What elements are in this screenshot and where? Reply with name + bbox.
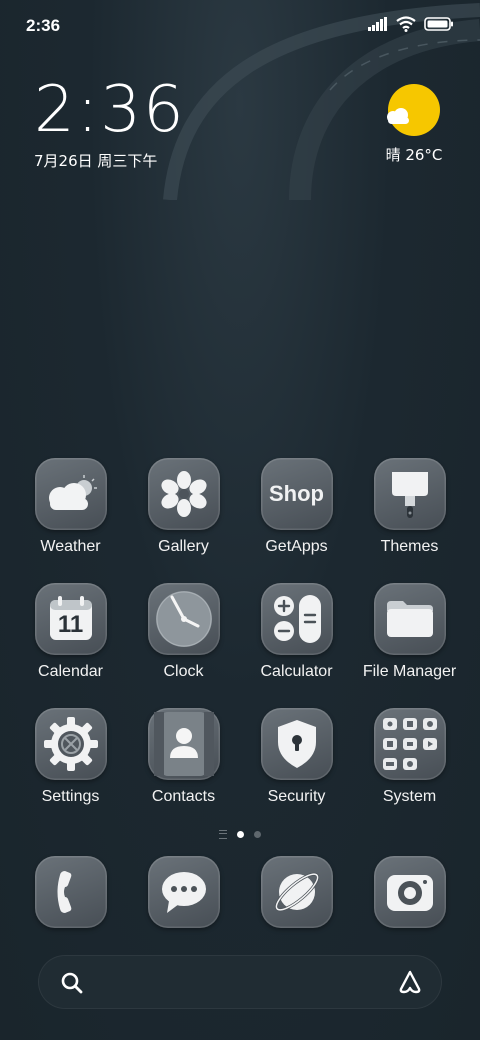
contacts-icon [147,708,220,780]
browser-icon [260,856,333,928]
app-themes[interactable]: Themes [353,458,466,583]
shop-icon: Shop [260,458,333,530]
app-label: GetApps [265,538,328,555]
status-time: 2:36 [26,16,61,35]
clock-widget-date: 7月26日 周三下午 [34,152,158,170]
assistant-icon[interactable] [396,969,424,995]
folder-icon [373,583,446,655]
app-label: Security [267,788,326,805]
search-icon[interactable] [60,971,84,995]
weather-text: 晴 26°C [385,146,443,164]
app-settings[interactable]: Settings [14,708,127,833]
status-bar: 2:36 [0,0,480,50]
clock-widget[interactable]: 2:36 7月26日 周三下午 [34,78,186,171]
app-drawer-indicator[interactable] [219,830,227,839]
cloud-icon [387,108,409,124]
app-file-manager[interactable]: File Manager [353,583,466,708]
system-folder-icon [373,708,446,780]
phone-icon [34,856,107,928]
dock [14,856,466,930]
paintbrush-icon [373,458,446,530]
app-calculator[interactable]: Calculator [240,583,353,708]
shield-icon [260,708,333,780]
calendar-icon: 11 [34,583,107,655]
calendar-day: 11 [57,611,84,638]
clock-widget-time: 2:36 [34,73,186,147]
weather-app-icon [34,458,107,530]
app-label: System [382,788,437,805]
app-label: Themes [380,538,439,555]
app-clock[interactable]: Clock [127,583,240,708]
camera-icon [373,856,446,928]
signal-icon [368,17,387,31]
messages-icon [147,856,220,928]
app-label: Settings [41,788,100,805]
calculator-icon [260,583,333,655]
app-calendar[interactable]: 11 Calendar [14,583,127,708]
app-label: Gallery [158,538,209,555]
wifi-icon [396,16,416,32]
app-label: File Manager [362,663,457,680]
weather-widget[interactable]: 晴 26°C [382,84,446,165]
page-dot-active[interactable] [237,831,244,838]
dock-camera[interactable] [353,856,466,930]
shop-icon-text: Shop [269,481,324,506]
clock-icon [147,583,220,655]
sun-icon [387,84,440,136]
search-bar[interactable] [38,955,442,1009]
app-security[interactable]: Security [240,708,353,833]
dock-messages[interactable] [127,856,240,930]
app-grid: Weather Gallery Shop GetApps Themes 11 C… [14,458,466,833]
app-label: Contacts [151,788,216,805]
app-label: Clock [163,663,204,680]
gear-icon [34,708,107,780]
page-indicator[interactable] [0,830,480,839]
dock-browser[interactable] [240,856,353,930]
page-dot[interactable] [254,831,261,838]
battery-icon [424,17,453,31]
gallery-flower-icon [147,458,220,530]
app-contacts[interactable]: Contacts [127,708,240,833]
dock-phone[interactable] [14,856,127,930]
app-weather[interactable]: Weather [14,458,127,583]
app-system-folder[interactable]: System [353,708,466,833]
app-gallery[interactable]: Gallery [127,458,240,583]
app-label: Calculator [260,663,333,680]
app-getapps[interactable]: Shop GetApps [240,458,353,583]
app-label: Calendar [38,663,103,680]
app-label: Weather [40,538,101,555]
